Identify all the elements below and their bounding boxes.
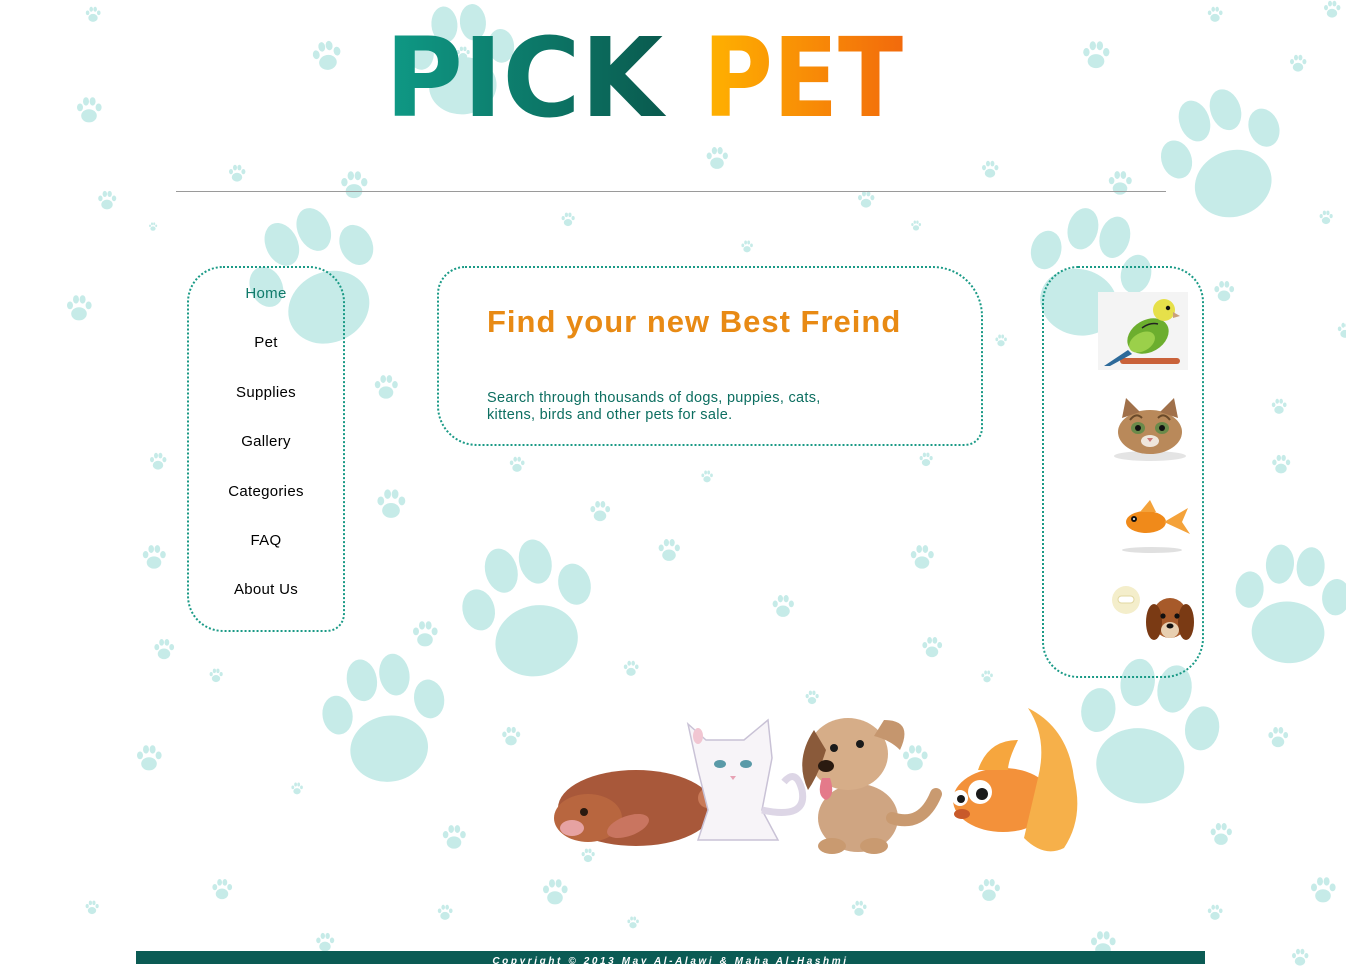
pick-pet-logo: PICK PET bbox=[385, 18, 903, 123]
nav-link-categories[interactable]: Categories bbox=[228, 482, 304, 502]
paw-print bbox=[1290, 948, 1310, 968]
paw-print bbox=[700, 470, 714, 484]
welcome-text: Search through thousands of dogs, puppie… bbox=[487, 390, 821, 423]
cartoon-goldfish bbox=[952, 708, 1078, 852]
paw-print bbox=[704, 146, 730, 172]
paw-print bbox=[1212, 280, 1236, 304]
paw-print bbox=[450, 536, 610, 696]
cartoon-dog bbox=[802, 718, 942, 854]
paw-print bbox=[770, 594, 796, 620]
nav-link-home[interactable]: Home bbox=[245, 284, 286, 304]
paw-print bbox=[1308, 876, 1338, 906]
paw-print bbox=[152, 638, 176, 662]
paw-print bbox=[856, 190, 876, 210]
nav-item-home: Home bbox=[189, 284, 343, 333]
logo-word-pick: PICK bbox=[385, 18, 667, 123]
nav-item-supplies: Supplies bbox=[189, 383, 343, 432]
paw-print bbox=[976, 878, 1002, 904]
welcome-box: Find your new Best Freind Search through… bbox=[437, 266, 983, 446]
paw-print bbox=[290, 782, 304, 796]
footer-bar: Copyright © 2013 May Al-Alawi & Maha Al-… bbox=[136, 951, 1205, 967]
paw-print bbox=[908, 544, 936, 572]
cartoon-pets-banner bbox=[554, 708, 1078, 854]
paw-print bbox=[436, 904, 454, 922]
nav-link-about-us[interactable]: About Us bbox=[234, 580, 298, 600]
paw-print bbox=[74, 96, 104, 126]
paw-print bbox=[227, 164, 247, 184]
goldfish-photo[interactable] bbox=[1112, 494, 1192, 554]
paw-print bbox=[84, 900, 100, 916]
paw-print bbox=[64, 294, 94, 324]
paw-print bbox=[1270, 454, 1292, 476]
paw-print bbox=[148, 222, 158, 232]
paw-print bbox=[1288, 54, 1308, 74]
paw-print bbox=[1106, 170, 1134, 198]
paw-print bbox=[372, 374, 400, 402]
nav-item-gallery: Gallery bbox=[189, 432, 343, 481]
welcome-title: Find your new Best Freind bbox=[487, 304, 902, 339]
paw-print bbox=[560, 212, 576, 228]
paw-print bbox=[374, 488, 408, 522]
paw-print bbox=[1270, 398, 1288, 416]
paw-print bbox=[656, 538, 682, 564]
paw-print bbox=[148, 452, 168, 472]
paw-print bbox=[134, 744, 164, 774]
paw-print bbox=[310, 40, 344, 74]
paw-print bbox=[920, 636, 944, 660]
paw-print bbox=[1206, 904, 1224, 922]
paw-print bbox=[338, 170, 370, 202]
paw-print bbox=[622, 660, 640, 678]
paw-print bbox=[1208, 822, 1234, 848]
paw-print bbox=[626, 916, 640, 930]
paw-print bbox=[980, 670, 994, 684]
paw-print bbox=[410, 620, 440, 650]
paw-print bbox=[440, 824, 468, 852]
paw-print bbox=[1266, 726, 1290, 750]
nav-link-gallery[interactable]: Gallery bbox=[241, 432, 291, 452]
budgie-photo[interactable] bbox=[1098, 292, 1188, 370]
copyright-text: Copyright © 2013 May Al-Alawi & Maha Al-… bbox=[492, 956, 849, 967]
nav-item-about-us: About Us bbox=[189, 580, 343, 629]
main-navigation: Home Pet Supplies Gallery Categories FAQ… bbox=[187, 266, 345, 632]
paw-print bbox=[980, 160, 1000, 180]
paw-print bbox=[1150, 86, 1300, 236]
paw-print bbox=[1336, 322, 1346, 340]
puppy-photo[interactable] bbox=[1106, 576, 1198, 648]
paw-print bbox=[500, 726, 522, 748]
paw-print bbox=[1322, 0, 1342, 20]
paw-print bbox=[740, 240, 754, 254]
paw-print bbox=[994, 334, 1008, 348]
nav-link-pet[interactable]: Pet bbox=[254, 333, 277, 353]
nav-item-faq: FAQ bbox=[189, 531, 343, 580]
cartoon-rabbit bbox=[554, 770, 718, 846]
nav-link-supplies[interactable]: Supplies bbox=[236, 383, 296, 403]
paw-print bbox=[918, 452, 934, 468]
nav-item-categories: Categories bbox=[189, 482, 343, 531]
logo-word-pet: PET bbox=[703, 18, 903, 123]
paw-print bbox=[1318, 210, 1334, 226]
paw-print bbox=[140, 544, 168, 572]
paw-print bbox=[910, 220, 922, 232]
nav-link-faq[interactable]: FAQ bbox=[251, 531, 282, 551]
paw-print bbox=[588, 500, 612, 524]
paw-print bbox=[508, 456, 526, 474]
paw-print bbox=[96, 190, 118, 212]
header-divider bbox=[176, 191, 1166, 192]
paw-print bbox=[310, 650, 460, 800]
paw-print bbox=[1206, 6, 1224, 24]
paw-print bbox=[1220, 540, 1346, 680]
nav-item-pet: Pet bbox=[189, 333, 343, 382]
paw-print bbox=[540, 878, 570, 908]
paw-print bbox=[84, 6, 102, 24]
kitten-photo[interactable] bbox=[1108, 398, 1192, 462]
paw-print bbox=[208, 668, 224, 684]
paw-print bbox=[210, 878, 234, 902]
paw-print bbox=[850, 900, 868, 918]
cartoon-cat bbox=[686, 718, 807, 841]
paw-print bbox=[1080, 40, 1112, 72]
pet-thumbnails-panel bbox=[1042, 266, 1204, 678]
